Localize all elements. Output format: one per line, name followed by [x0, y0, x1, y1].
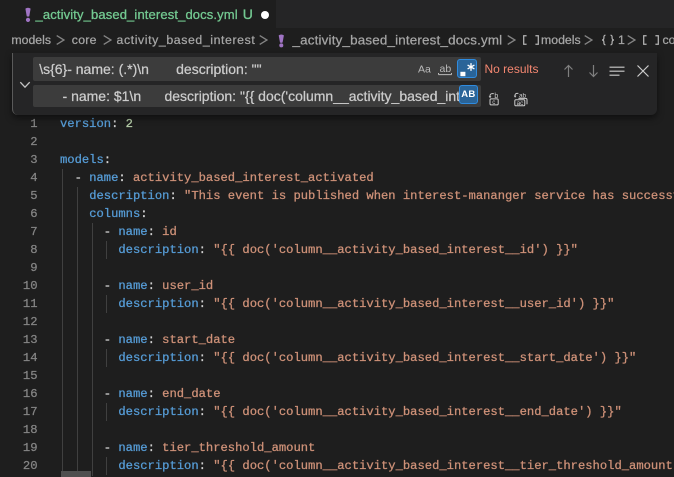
svg-text:Aa: Aa	[418, 63, 431, 75]
svg-text:ab: ab	[439, 63, 451, 75]
svg-text:c: c	[492, 99, 495, 106]
svg-text:ac: ac	[516, 99, 524, 106]
